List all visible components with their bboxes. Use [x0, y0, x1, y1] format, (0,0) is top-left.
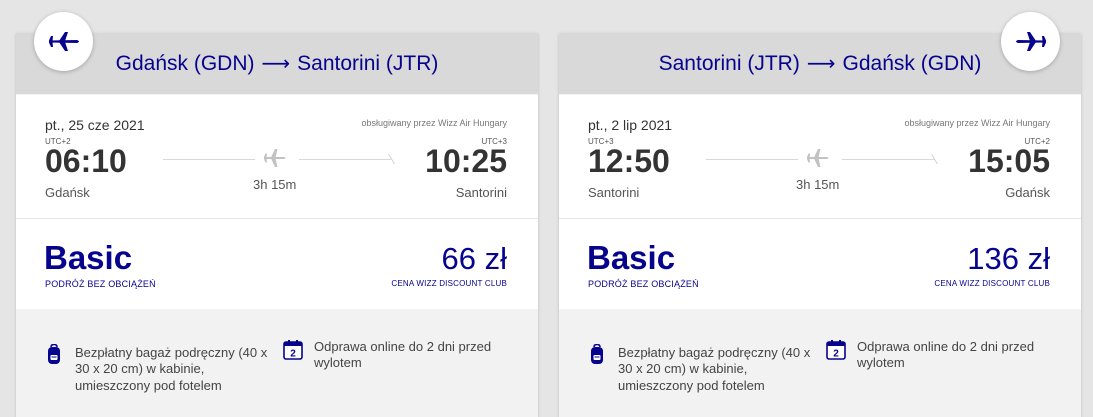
departure-city: Santorini: [588, 185, 640, 200]
flight-card-return[interactable]: Santorini (JTR) ⟶ Gdańsk (GDN) pt., 2 li…: [559, 12, 1081, 417]
airplane-icon: [805, 146, 831, 175]
route-header: Gdańsk (GDN) ⟶ Santorini (JTR): [16, 33, 538, 94]
fare-name: Basic: [44, 239, 133, 276]
fare-subtitle: PODRÓŻ BEZ OBCIĄŻEŃ: [45, 279, 156, 289]
return-plane-icon: [1001, 12, 1060, 71]
feature-text-baggage: Bezpłatny bagaż podręczny (40 x 30 x 20 …: [618, 345, 811, 393]
fare-name: Basic: [587, 239, 676, 276]
route-line-left: [706, 159, 798, 160]
fare-price: 136 zł: [967, 241, 1050, 276]
route-line-right: [299, 159, 391, 160]
flight-card-outbound[interactable]: Gdańsk (GDN) ⟶ Santorini (JTR) pt., 25 c…: [16, 12, 538, 417]
flight-date: pt., 2 lip 2021: [588, 117, 673, 133]
airplane-icon: [262, 146, 288, 175]
backpack-icon: [590, 343, 604, 371]
flight-details: pt., 25 cze 2021 obsługiwany przez Wizz …: [16, 95, 538, 218]
route-arrow-icon: ⟶: [261, 53, 291, 75]
backpack-icon: [47, 343, 61, 371]
feature-text-checkin: Odprawa online do 2 dni przed wylotem: [314, 339, 492, 371]
fare-features: Bezpłatny bagaż podręczny (40 x 30 x 20 …: [16, 309, 538, 417]
flight-duration: 3h 15m: [253, 177, 297, 192]
feature-text-baggage: Bezpłatny bagaż podręczny (40 x 30 x 20 …: [75, 345, 268, 393]
route-destination: Santorini (JTR): [297, 51, 439, 75]
fare-subtitle: PODRÓŻ BEZ OBCIĄŻEŃ: [588, 279, 699, 289]
flight-date: pt., 25 cze 2021: [45, 117, 145, 133]
route-line-right: [842, 159, 934, 160]
arrival-time: 15:05: [968, 143, 1050, 179]
fare-option[interactable]: Basic PODRÓŻ BEZ OBCIĄŻEŃ 66 zł CENA WIZ…: [16, 218, 538, 309]
departure-time: 06:10: [45, 143, 127, 179]
departure-city: Gdańsk: [45, 185, 90, 200]
calendar-icon: 2: [825, 339, 847, 366]
price-note: CENA WIZZ DISCOUNT CLUB: [391, 279, 507, 288]
fare-features: Bezpłatny bagaż podręczny (40 x 30 x 20 …: [559, 309, 1081, 417]
route-origin: Gdańsk (GDN): [115, 51, 255, 75]
route-origin: Santorini (JTR): [658, 51, 800, 75]
departure-time: 12:50: [588, 143, 670, 179]
svg-text:2: 2: [290, 349, 296, 360]
arrival-city: Gdańsk: [1005, 185, 1050, 200]
feature-text-checkin: Odprawa online do 2 dni przed wylotem: [857, 339, 1035, 371]
route-arrow-icon: ⟶: [806, 53, 836, 75]
fare-price: 66 zł: [441, 241, 507, 276]
price-note: CENA WIZZ DISCOUNT CLUB: [934, 279, 1050, 288]
route-destination: Gdańsk (GDN): [842, 51, 982, 75]
arrival-time: 10:25: [425, 143, 507, 179]
flight-details: pt., 2 lip 2021 obsługiwany przez Wizz A…: [559, 95, 1081, 218]
calendar-icon: 2: [282, 339, 304, 366]
svg-text:2: 2: [833, 349, 839, 360]
flight-duration: 3h 15m: [796, 177, 840, 192]
fare-option[interactable]: Basic PODRÓŻ BEZ OBCIĄŻEŃ 136 zł CENA WI…: [559, 218, 1081, 309]
operator-info: obsługiwany przez Wizz Air Hungary: [361, 118, 507, 128]
operator-info: obsługiwany przez Wizz Air Hungary: [904, 118, 1050, 128]
arrival-city: Santorini: [455, 185, 507, 200]
outbound-plane-icon: [34, 12, 93, 71]
route-line-left: [163, 159, 255, 160]
